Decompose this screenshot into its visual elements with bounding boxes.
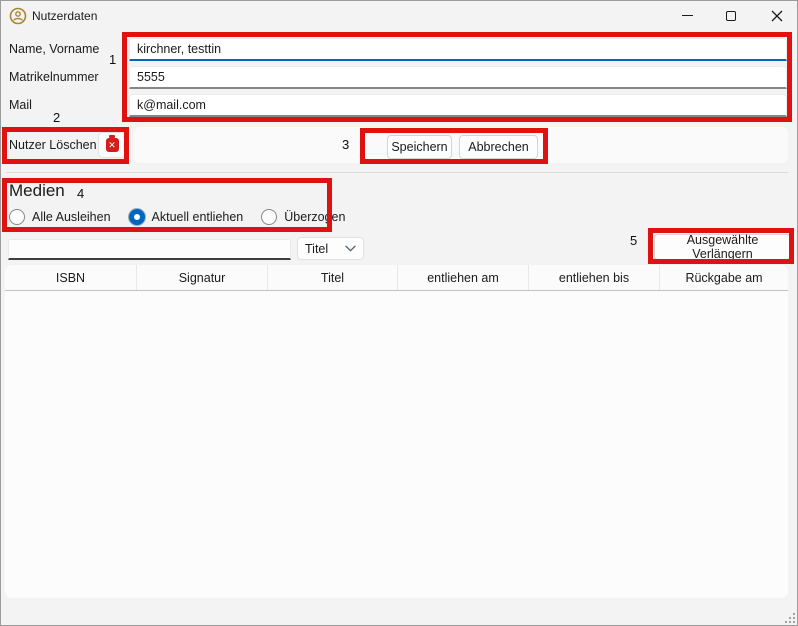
section-divider	[6, 172, 788, 173]
titlebar: Nutzerdaten	[1, 1, 797, 31]
medien-heading: Medien	[9, 181, 65, 201]
annotation-number-4: 4	[77, 186, 84, 201]
mail-field[interactable]	[129, 94, 787, 117]
column-header-entliehen-bis[interactable]: entliehen bis	[529, 265, 660, 290]
name-field[interactable]	[129, 38, 787, 61]
nutzerdaten-window: Nutzerdaten Name, Vorname Matrikelnummer…	[0, 0, 798, 626]
close-icon	[771, 10, 783, 22]
extend-selected-button[interactable]: Ausgewählte Verlängern	[654, 234, 791, 260]
column-header-isbn[interactable]: ISBN	[5, 265, 137, 290]
radio-circle-icon	[261, 209, 277, 225]
annotation-number-1: 1	[109, 52, 116, 67]
minimize-button[interactable]	[665, 1, 709, 30]
loans-table: ISBN Signatur Titel entliehen am entlieh…	[5, 265, 788, 598]
delete-user-button[interactable]: ✕	[98, 132, 126, 158]
matrikelnummer-field[interactable]	[129, 66, 787, 89]
radio-checked-icon	[129, 209, 145, 225]
media-search-input[interactable]	[8, 239, 291, 260]
annotation-number-3: 3	[342, 137, 349, 152]
radio-circle-icon	[9, 209, 25, 225]
maximize-icon	[726, 11, 736, 21]
chevron-down-icon	[345, 245, 356, 252]
annotation-number-5: 5	[630, 233, 637, 248]
loans-table-header: ISBN Signatur Titel entliehen am entlieh…	[5, 265, 788, 291]
loan-filter-radio-group: Alle Ausleihen Aktuell entliehen Überzog…	[9, 209, 363, 225]
resize-grip-icon[interactable]	[781, 609, 795, 623]
save-button[interactable]: Speichern	[387, 135, 452, 159]
matrikelnummer-label: Matrikelnummer	[9, 70, 99, 84]
column-header-signatur[interactable]: Signatur	[137, 265, 268, 290]
filter-select[interactable]: Titel	[297, 237, 364, 260]
cancel-button[interactable]: Abbrechen	[459, 135, 538, 159]
filter-select-value: Titel	[305, 242, 328, 256]
radio-alle-ausleihen[interactable]: Alle Ausleihen	[9, 209, 111, 225]
window-title: Nutzerdaten	[32, 9, 97, 23]
radio-aktuell-entliehen[interactable]: Aktuell entliehen	[129, 209, 244, 225]
column-header-entliehen-am[interactable]: entliehen am	[398, 265, 529, 290]
close-button[interactable]	[755, 1, 798, 30]
column-header-titel[interactable]: Titel	[268, 265, 398, 290]
red-delete-x-icon: ✕	[106, 138, 119, 152]
annotation-number-2: 2	[53, 110, 60, 125]
loans-table-body	[5, 291, 788, 597]
minimize-icon	[682, 15, 693, 16]
maximize-button[interactable]	[709, 1, 753, 30]
radio-ueberzogen[interactable]: Überzogen	[261, 209, 345, 225]
delete-user-label: Nutzer Löschen	[9, 138, 97, 152]
mail-label: Mail	[9, 98, 32, 112]
column-header-rueckgabe-am[interactable]: Rückgabe am	[660, 265, 788, 290]
user-app-icon	[9, 7, 27, 25]
name-label: Name, Vorname	[9, 42, 99, 56]
